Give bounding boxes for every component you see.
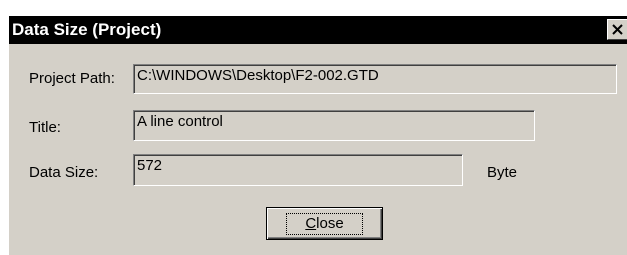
close-window-button[interactable] xyxy=(607,19,627,40)
dialog-title: Data Size (Project) xyxy=(12,20,162,39)
title-field[interactable]: A line control xyxy=(133,110,535,141)
close-button-label: Close xyxy=(286,212,363,235)
project-path-label: Project Path: xyxy=(29,70,115,87)
data-size-field[interactable]: 572 xyxy=(133,154,463,186)
close-button[interactable]: Close xyxy=(266,207,383,240)
title-label: Title: xyxy=(29,119,61,136)
project-path-field[interactable]: C:\WINDOWS\Desktop\F2-002.GTD xyxy=(133,64,617,94)
close-x-icon xyxy=(612,24,623,35)
title-bar[interactable]: Data Size (Project) xyxy=(9,16,627,44)
data-size-unit: Byte xyxy=(487,164,518,181)
data-size-dialog: Data Size (Project) Project Path: C:\WIN… xyxy=(8,16,627,255)
data-size-label: Data Size: xyxy=(29,164,99,181)
